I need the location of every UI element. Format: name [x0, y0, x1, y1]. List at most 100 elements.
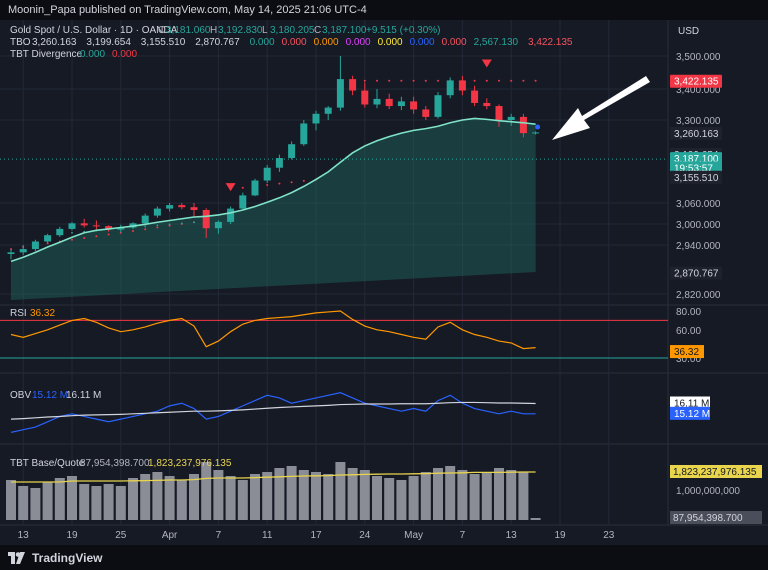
volume-bar-37	[457, 470, 468, 520]
volume-bar-38	[469, 474, 480, 520]
volume-bar-5	[67, 476, 77, 520]
publisher-text: Moonin_Papa published on TradingView.com…	[8, 4, 367, 16]
legend-tbo-name: TBO	[10, 37, 31, 48]
chart-svg[interactable]: 3,500.0003,400.0003,300.0003,060.0003,00…	[0, 20, 768, 545]
volume-bar-7	[91, 486, 102, 520]
candle-body-28	[349, 79, 357, 91]
candle-body-35	[434, 95, 442, 117]
time-tick-1: 19	[66, 530, 78, 541]
time-tick-2: 25	[115, 530, 127, 541]
legend-divergence-v1: 0.000	[80, 49, 105, 60]
legend-ohlc-value-3: 3,187.100	[322, 25, 367, 36]
volume-bar-29	[359, 470, 370, 520]
legend-ohlc-value-1: 3,192.830	[218, 25, 263, 36]
time-tick-8: May	[404, 530, 423, 541]
candle-body-15	[190, 207, 198, 210]
volume-bar-24	[298, 470, 309, 520]
candle-body-34	[422, 109, 430, 117]
obv-label: OBV	[10, 390, 31, 401]
price-label-5: 3,155.510	[674, 173, 719, 184]
legend-tbo-value-0: 3,260.163	[32, 37, 77, 48]
dotted-level-c-43	[534, 79, 537, 82]
dotted-level-b-24	[302, 179, 305, 182]
volume-bar-2	[30, 488, 41, 520]
volume-ma-line	[11, 471, 536, 483]
volume-value-0: 87,954,398.700	[80, 458, 150, 469]
publisher-bar: Moonin_Papa published on TradingView.com…	[0, 0, 768, 20]
candle-body-21	[263, 167, 271, 181]
price-tick-5: 2,940.000	[676, 241, 721, 252]
dotted-support-5	[71, 231, 73, 234]
dotted-level-b-22	[278, 182, 281, 185]
candle-body-20	[251, 180, 259, 196]
legend-tbo-value-9: 0.000	[410, 37, 435, 48]
volume-bar-8	[103, 484, 114, 520]
time-tick-7: 24	[359, 530, 371, 541]
candle-body-40	[495, 106, 503, 120]
volume-bar-25	[311, 472, 321, 520]
candle-body-25	[312, 113, 320, 124]
legend-tbo-value-10: 0.000	[442, 37, 467, 48]
price-label-6: 2,870.767	[674, 269, 719, 280]
rsi-value: 36.32	[30, 308, 55, 319]
candle-body-13	[166, 205, 174, 209]
tradingview-brand[interactable]: TradingView	[8, 551, 102, 565]
sell-signal-marker-0	[225, 183, 236, 192]
dotted-level-a-12	[156, 226, 159, 229]
dotted-level-c-32	[400, 79, 403, 82]
candle-body-14	[178, 205, 186, 208]
candle-body-17	[214, 221, 222, 229]
candle-body-30	[373, 98, 381, 105]
candle-body-1	[19, 249, 27, 253]
dotted-level-a-5	[71, 238, 73, 241]
volume-value-1: 1,823,237,976.135	[148, 458, 232, 469]
dotted-level-c-31	[388, 79, 391, 82]
volume-bar-26	[323, 474, 334, 520]
dotted-level-b-21	[266, 184, 269, 187]
dotted-support-12	[156, 224, 159, 227]
brand-label: TradingView	[32, 550, 103, 565]
volume-bar-31	[384, 478, 395, 520]
price-label-1: 3,260.163	[674, 129, 719, 140]
volume-bar-27	[335, 462, 346, 520]
volume-bar-35	[433, 468, 443, 520]
time-tick-10: 13	[506, 530, 518, 541]
legend-tbo-value-6: 0.000	[314, 37, 339, 48]
legend-tbo-value-1: 3,199.654	[86, 37, 131, 48]
candle-body-27	[336, 79, 344, 108]
dotted-level-c-29	[363, 79, 366, 82]
volume-bar-16	[201, 462, 212, 520]
legend-ohlc-value-0: 3,181.060	[166, 25, 211, 36]
obv-value-label-1: 15.12 M	[674, 409, 710, 420]
volume-bar-12	[152, 472, 163, 520]
legend-tbo-value-3: 2,870.767	[195, 37, 240, 48]
candle-body-18	[227, 208, 235, 222]
legend-symbol: Gold Spot / U.S. Dollar · 1D · OANDA	[10, 25, 178, 36]
candle-body-7	[92, 225, 100, 227]
dotted-level-a-10	[132, 230, 134, 232]
tradingview-logo-icon	[8, 551, 25, 564]
price-tick-6: 2,820.000	[676, 290, 721, 301]
volume-bar-39	[481, 472, 492, 520]
dotted-support-13	[168, 223, 171, 226]
rsi-tick-0: 80.00	[676, 307, 701, 318]
volume-bar-4	[54, 478, 65, 520]
volume-bar-13	[164, 476, 175, 520]
currency-label: USD	[678, 26, 699, 37]
candle-body-11	[141, 215, 149, 224]
annotation-arrow	[552, 76, 650, 140]
volume-bar-40	[494, 468, 504, 520]
legend-tbo-value-7: 0.000	[346, 37, 371, 48]
price-tick-2: 3,300.000	[676, 116, 721, 127]
candle-body-38	[471, 90, 479, 103]
chart-area[interactable]: 3,500.000 3,400.000 3,300.000 3,060.000 3,00…	[0, 20, 768, 545]
sell-signal-marker-1	[481, 59, 492, 68]
dotted-level-c-38	[473, 79, 476, 82]
time-tick-3: Apr	[162, 530, 178, 541]
dotted-level-c-39	[485, 79, 488, 82]
obv-ma-line	[10, 401, 536, 420]
legend-tbo-value-8: 0.000	[378, 37, 403, 48]
volume-bar-33	[408, 476, 419, 520]
dotted-level-c-41	[510, 79, 513, 82]
legend-ohlc-key-2: L	[262, 25, 268, 36]
